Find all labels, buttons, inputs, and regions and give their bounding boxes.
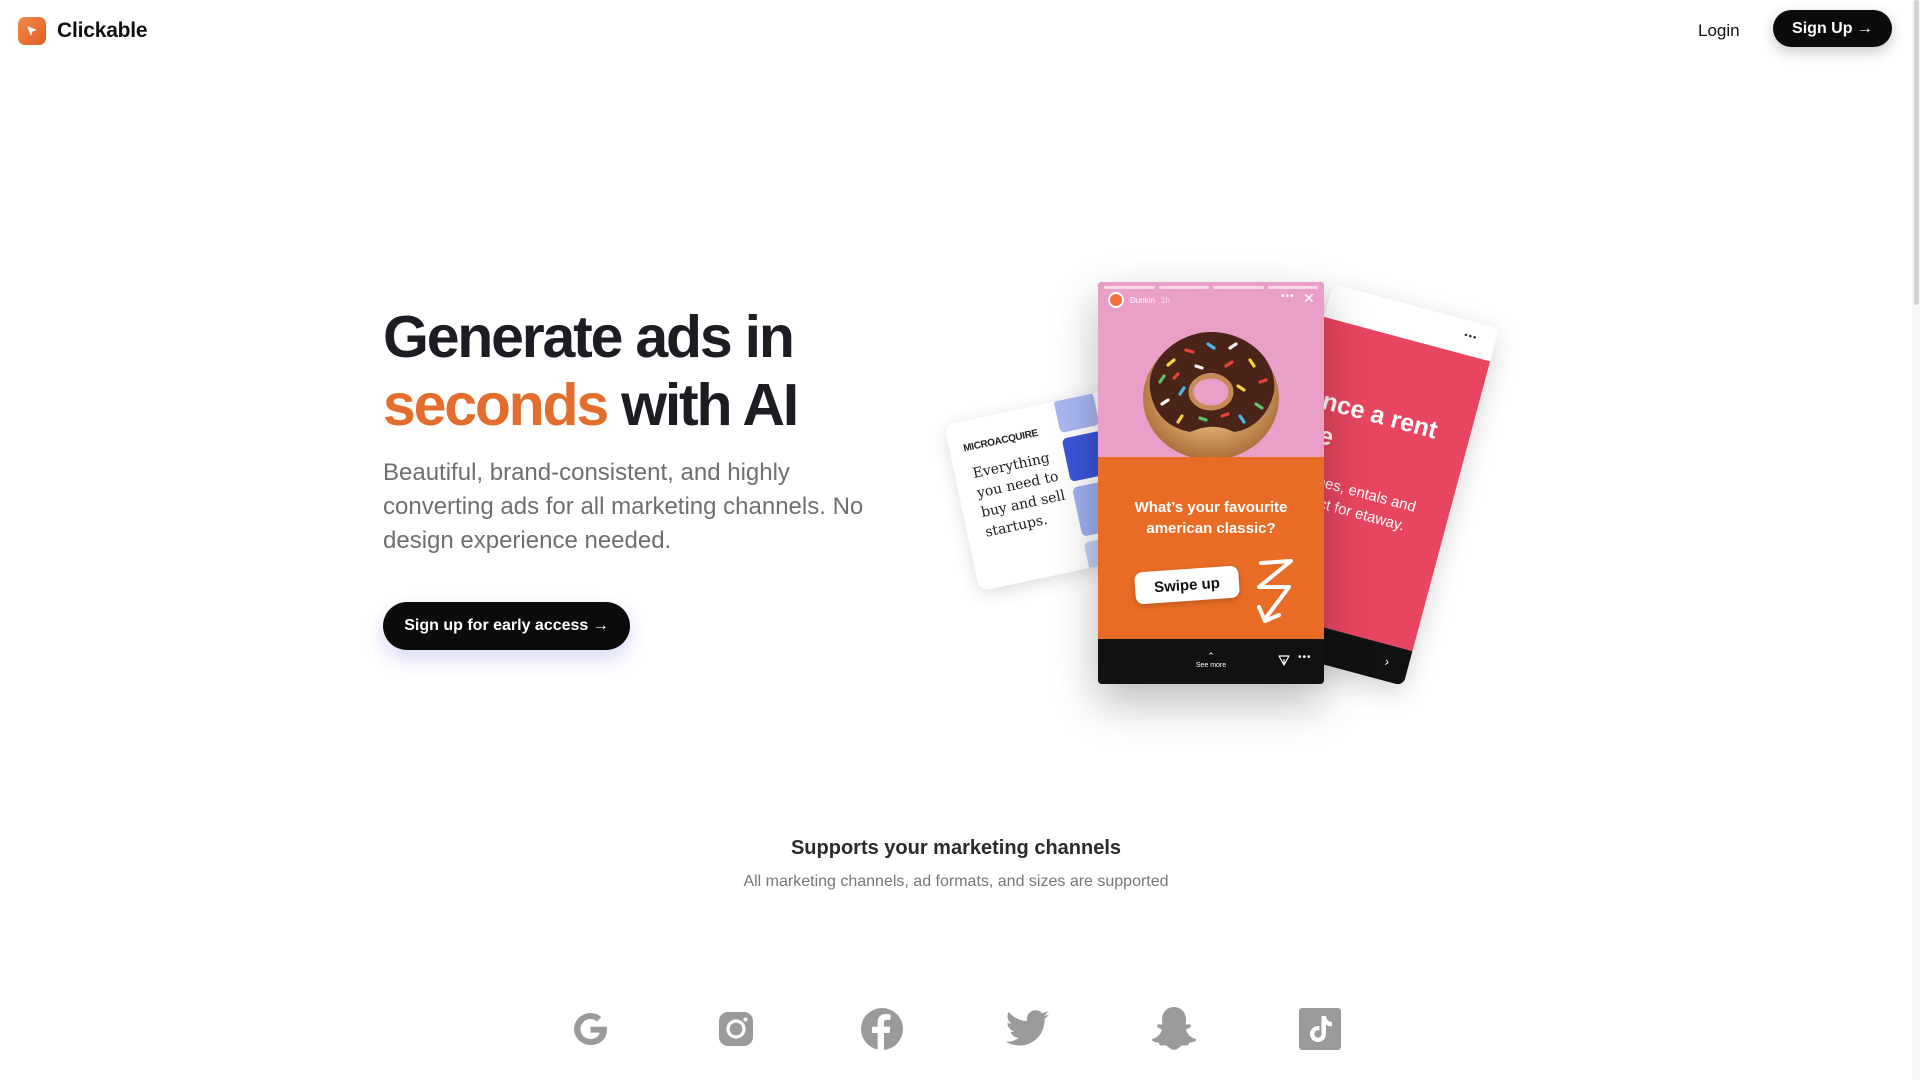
hero-title-line1: Generate ads in — [383, 304, 795, 370]
send-icon — [1278, 655, 1290, 666]
facebook-icon — [857, 1004, 907, 1054]
story-progress-bars — [1104, 286, 1318, 289]
more-dots-icon: ••• — [1462, 329, 1479, 345]
ad-preview-illustration: MICROACQUIRE Everything you need to buy … — [930, 270, 1530, 730]
story-more-icon: ••• — [1281, 291, 1295, 302]
hero-title: Generate ads in seconds with AI — [383, 303, 903, 439]
chevron-up-icon: ⌃ — [1207, 651, 1215, 661]
story-user: Dunkin 1h — [1108, 292, 1170, 308]
chevron-right-icon: › — [1383, 653, 1392, 670]
signup-button[interactable]: Sign Up → — [1773, 10, 1892, 47]
login-link[interactable]: Login — [1698, 21, 1740, 41]
see-more-label: See more — [1195, 662, 1227, 669]
see-more: ⌃ See more — [1181, 651, 1241, 671]
dunkin-avatar — [1108, 292, 1124, 308]
early-access-button[interactable]: Sign up for early access → — [383, 602, 630, 650]
channels-title: Supports your marketing channels — [790, 837, 1122, 859]
channels-subtitle: All marketing channels, ad formats, and … — [743, 873, 1169, 890]
brand-name: Clickable — [57, 19, 148, 42]
brand[interactable]: Clickable — [18, 17, 148, 45]
story-top-panel: Dunkin 1h ••• ✕ — [1098, 282, 1324, 460]
donut-image — [1143, 332, 1279, 460]
snapchat-icon — [1149, 1004, 1199, 1054]
close-icon: ✕ — [1303, 290, 1315, 306]
top-nav: Clickable Login Sign Up → — [0, 0, 1920, 62]
channel-icons-row — [565, 1004, 1345, 1054]
twitter-icon — [1003, 1004, 1053, 1054]
story-ad-phone: Dunkin 1h ••• ✕ What’s your favourite am… — [1098, 282, 1324, 684]
tiktok-icon — [1295, 1004, 1345, 1054]
more-dots-icon: ••• — [1298, 652, 1312, 663]
hero-title-rest: with AI — [606, 372, 799, 438]
clickable-logo-icon — [18, 17, 46, 45]
microacquire-text: Everything you need to buy and sell star… — [971, 450, 1067, 541]
squiggle-arrow-icon — [1257, 559, 1293, 623]
microacquire-brand: MICROACQUIRE — [962, 427, 1039, 455]
story-time: 1h — [1160, 295, 1170, 305]
google-icon — [565, 1004, 615, 1054]
hero-title-accent: seconds — [383, 372, 609, 438]
story-footer: ⌃ See more ••• — [1098, 639, 1324, 684]
instagram-icon — [711, 1004, 761, 1054]
swipe-up-sticker: Swipe up — [1134, 565, 1240, 605]
hero-subtitle: Beautiful, brand-consistent, and highly … — [383, 459, 864, 554]
story-question: What’s your favourite american classic? — [1134, 499, 1288, 537]
story-bottom-panel: What’s your favourite american classic? … — [1098, 457, 1324, 639]
story-username: Dunkin — [1130, 295, 1155, 305]
scrollbar-thumb[interactable] — [1914, 0, 1919, 305]
